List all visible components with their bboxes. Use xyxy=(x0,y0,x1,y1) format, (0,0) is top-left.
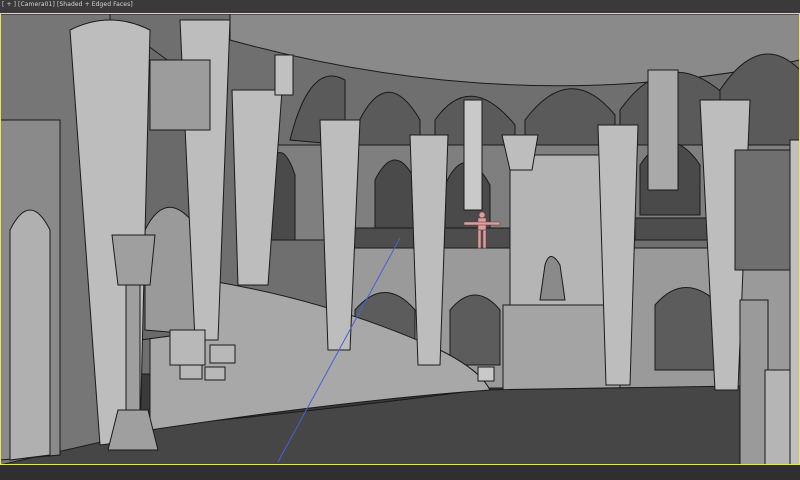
banner-right xyxy=(647,69,679,191)
pedestal-block xyxy=(502,304,621,391)
left-arch-opening xyxy=(9,209,51,461)
right-staircase xyxy=(734,139,800,464)
viewport-shading-label[interactable]: [Shaded + Edged Faces] xyxy=(57,1,133,8)
viewport-menu-plus[interactable]: [ + ] xyxy=(2,1,16,8)
status-bar xyxy=(0,465,800,480)
floor-box xyxy=(477,366,495,382)
left-balusters xyxy=(149,59,211,131)
scene-render xyxy=(0,14,800,464)
3d-viewport[interactable]: [ + ] [Camera01] [Shaded + Edged Faces] xyxy=(0,0,800,480)
banner-left xyxy=(274,54,294,96)
banner-center xyxy=(463,99,483,211)
viewport-label: [ + ] [Camera01] [Shaded + Edged Faces] xyxy=(2,1,133,8)
viewport-camera-label[interactable]: [Camera01] xyxy=(18,1,55,8)
